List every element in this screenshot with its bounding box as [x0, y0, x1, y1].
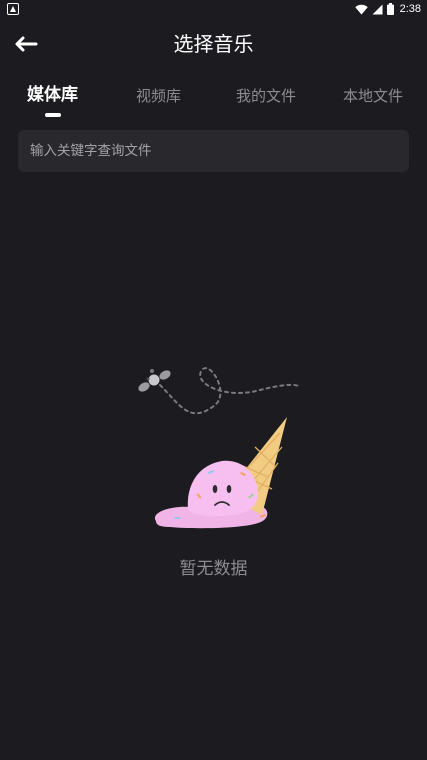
notification-icon: [7, 3, 19, 15]
tab-my-files[interactable]: 我的文件: [236, 84, 296, 108]
battery-icon: [386, 3, 394, 15]
tab-bar: 媒体库 视频库 我的文件 本地文件: [0, 80, 427, 124]
status-bar: 2:38: [0, 0, 427, 18]
status-icons: 2:38: [354, 2, 421, 16]
active-tab-indicator: [45, 113, 61, 117]
empty-state: 暂无数据: [0, 355, 427, 595]
wifi-icon: [354, 4, 368, 14]
signal-icon: [372, 4, 383, 14]
page-title: 选择音乐: [173, 32, 254, 56]
fly-icon: [138, 369, 171, 392]
header: 选择音乐: [0, 24, 427, 64]
status-time: 2:38: [399, 3, 421, 15]
tab-video-library[interactable]: 视频库: [136, 84, 181, 108]
search-input[interactable]: [30, 143, 397, 159]
tab-local-files[interactable]: 本地文件: [343, 84, 403, 108]
search-box: [18, 130, 409, 172]
empty-state-message: 暂无数据: [179, 559, 248, 579]
tab-media-library[interactable]: 媒体库: [27, 83, 78, 107]
melted-ice-cream-illustration: [138, 367, 301, 529]
